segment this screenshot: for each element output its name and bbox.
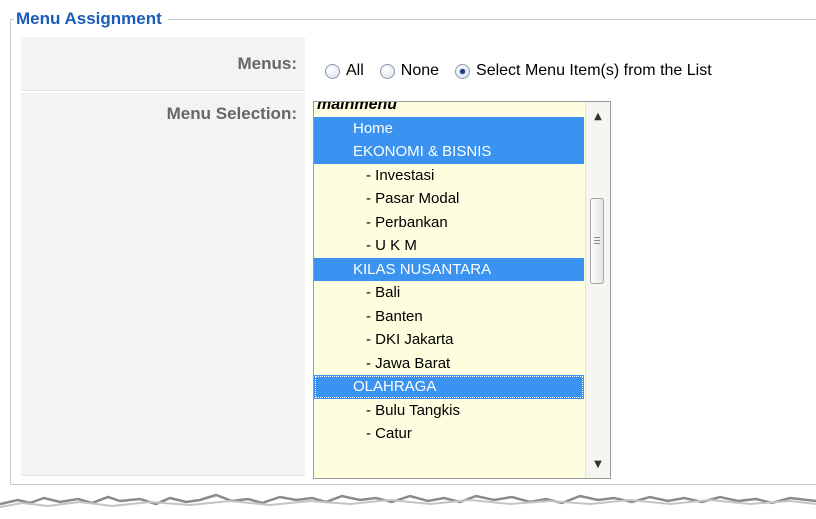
- radio-none-label[interactable]: None: [401, 62, 439, 80]
- listbox-scrollbar[interactable]: ▲ ▼: [585, 102, 610, 478]
- list-option[interactable]: OLAHRAGA: [314, 375, 584, 399]
- list-option[interactable]: EKONOMI & BISNIS: [314, 140, 584, 164]
- list-option[interactable]: - Bulu Tangkis: [314, 399, 584, 423]
- torn-paper-edge: [0, 493, 816, 519]
- menu-selection-listbox[interactable]: mainmenu Home EKONOMI & BISNIS - Investasi -…: [313, 101, 611, 479]
- menu-selection-options: mainmenu Home EKONOMI & BISNIS - Investasi -…: [314, 101, 584, 446]
- grip-icon: [594, 240, 600, 241]
- radio-select-from-list-label[interactable]: Select Menu Item(s) from the List: [476, 62, 712, 80]
- list-option[interactable]: - Banten: [314, 305, 584, 329]
- list-option[interactable]: - Jawa Barat: [314, 352, 584, 376]
- list-option[interactable]: KILAS NUSANTARA: [314, 257, 584, 281]
- scroll-up-icon[interactable]: ▲: [586, 106, 610, 126]
- menu-assignment-legend: Menu Assignment: [14, 6, 168, 32]
- list-option[interactable]: - Perbankan: [314, 211, 584, 235]
- grip-icon: [594, 243, 600, 244]
- radio-all[interactable]: [325, 63, 340, 79]
- fieldset-border-bottom: [10, 484, 816, 485]
- radio-select-from-list[interactable]: [455, 63, 471, 79]
- scroll-down-icon[interactable]: ▼: [586, 454, 610, 474]
- list-optgroup-label: mainmenu: [317, 101, 398, 113]
- list-option[interactable]: Home: [314, 116, 584, 140]
- list-option[interactable]: - Bali: [314, 281, 584, 305]
- grip-icon: [594, 237, 600, 238]
- scroll-thumb[interactable]: [590, 198, 604, 284]
- list-option[interactable]: - DKI Jakarta: [314, 328, 584, 352]
- radio-all-label[interactable]: All: [346, 62, 364, 80]
- list-option[interactable]: - Investasi: [314, 164, 584, 188]
- list-option[interactable]: - Pasar Modal: [314, 187, 584, 211]
- radio-none[interactable]: [379, 63, 395, 79]
- menus-radio-group: All None Select Menu Item(s) from the Li…: [325, 59, 728, 83]
- menu-selection-label: Menu Selection:: [21, 93, 305, 476]
- list-option[interactable]: - U K M: [314, 234, 584, 258]
- menus-label: Menus:: [21, 37, 305, 91]
- fieldset-border-left: [10, 19, 11, 484]
- list-option[interactable]: - Catur: [314, 422, 584, 446]
